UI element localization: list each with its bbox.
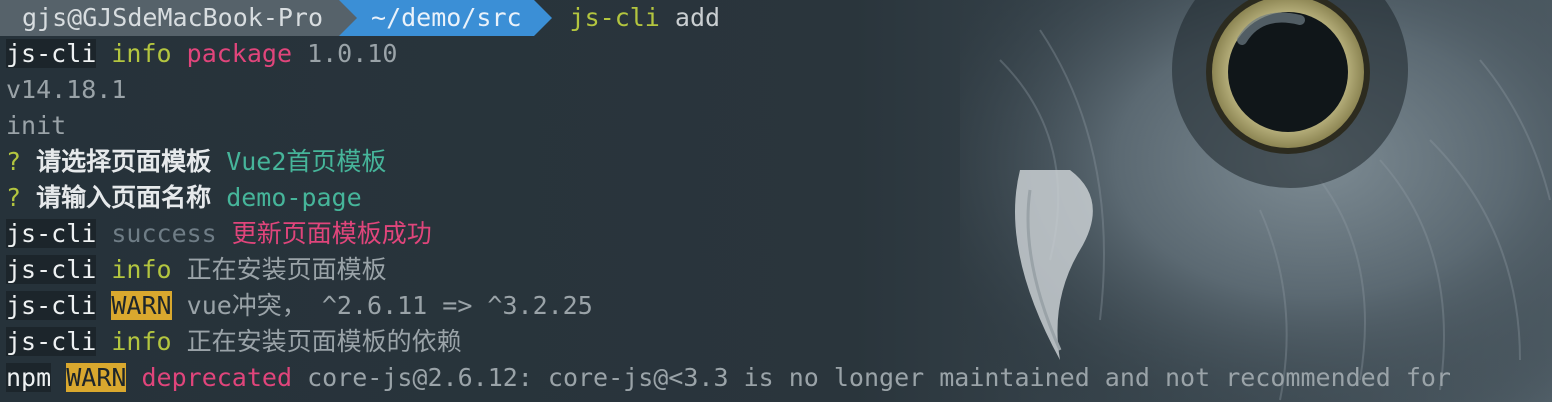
output-line: js-cli WARN vue冲突， ^2.6.11 => ^3.2.25 [6,288,593,324]
prompt-command[interactable]: js-cli add [570,0,721,36]
log-prefix: npm [6,363,52,392]
log-prefix: js-cli [6,327,97,356]
output-line: npm WARN deprecated core-js@2.6.12: core… [6,360,1451,396]
output-line: v14.18.1 [6,72,126,108]
output-line: js-cli success 更新页面模板成功 [6,216,432,252]
log-prefix: js-cli [6,291,97,320]
output-line: js-cli info 正在安装页面模板的依赖 [6,324,462,360]
prompt-question: ? 请选择页面模板 Vue2首页模板 [6,144,386,180]
log-level: info [111,39,172,68]
question-label: 请输入页面名称 [36,183,212,212]
warn-badge: WARN [111,291,172,320]
output-line: js-cli info package 1.0.10 [6,36,397,72]
question-mark: ? [6,183,22,212]
output-line: js-cli info 正在安装页面模板 [6,252,387,288]
warn-badge: WARN [66,363,127,392]
log-text: 更新页面模板成功 [231,219,432,248]
log-level: info [111,255,172,284]
log-key: package [186,39,293,68]
log-text: vue冲突， ^2.6.11 => ^3.2.25 [186,291,593,320]
question-answer: demo-page [226,183,362,212]
terminal-window[interactable]: gjs@GJSdeMacBook-Pro ~/demo/src js-cli a… [0,0,1552,402]
log-prefix: js-cli [6,255,97,284]
command-name: js-cli [569,3,660,32]
log-prefix: js-cli [6,219,97,248]
log-key: deprecated [141,363,293,392]
log-text: 1.0.10 [307,39,398,68]
log-level: success [111,219,217,248]
prompt-user-host: gjs@GJSdeMacBook-Pro [0,0,358,36]
prompt-question: ? 请输入页面名称 demo-page [6,180,362,216]
question-mark: ? [6,147,22,176]
owl-icon [960,0,1552,402]
prompt-path: ~/demo/src [339,0,552,36]
question-label: 请选择页面模板 [36,147,212,176]
command-arg: add [674,3,721,32]
log-text: 正在安装页面模板 [186,255,387,284]
log-prefix: js-cli [6,39,97,68]
log-level: info [111,327,172,356]
log-text: core-js@2.6.12: core-js@<3.3 is no longe… [307,363,1451,392]
output-line: init [6,108,66,144]
log-text: 正在安装页面模板的依赖 [186,327,462,356]
log-text: v14.18.1 [6,75,127,104]
question-answer: Vue2首页模板 [226,147,387,176]
prompt-line: gjs@GJSdeMacBook-Pro ~/demo/src js-cli a… [0,0,720,36]
log-text: init [6,111,67,140]
